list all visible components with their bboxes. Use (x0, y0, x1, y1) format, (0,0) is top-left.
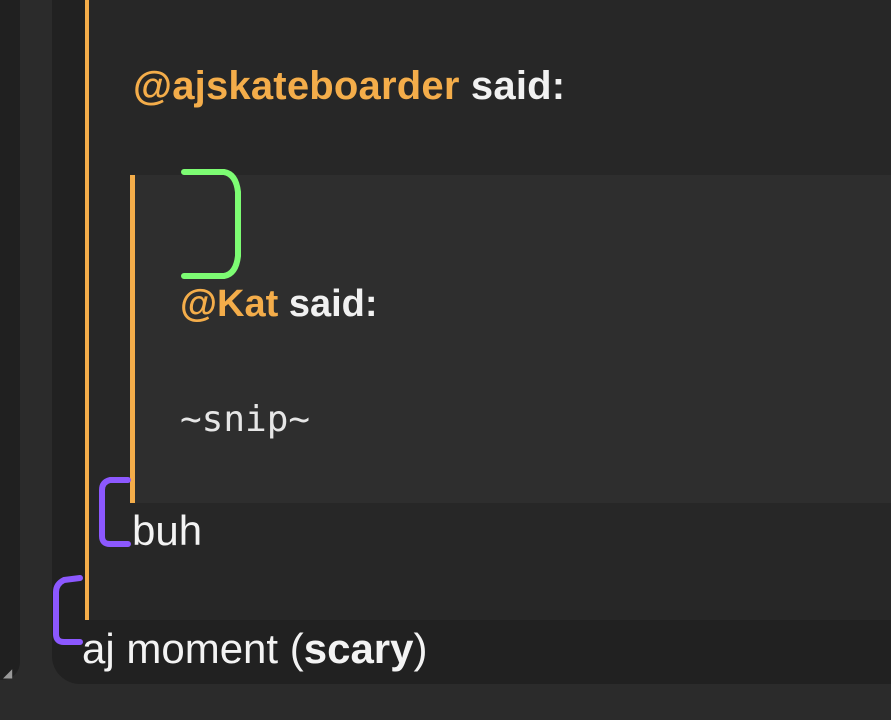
forum-post-screenshot: ◢ @ajskateboarder said: @Kat said: ~snip… (0, 0, 891, 720)
green-bracket-annotation-icon (53, 169, 241, 645)
